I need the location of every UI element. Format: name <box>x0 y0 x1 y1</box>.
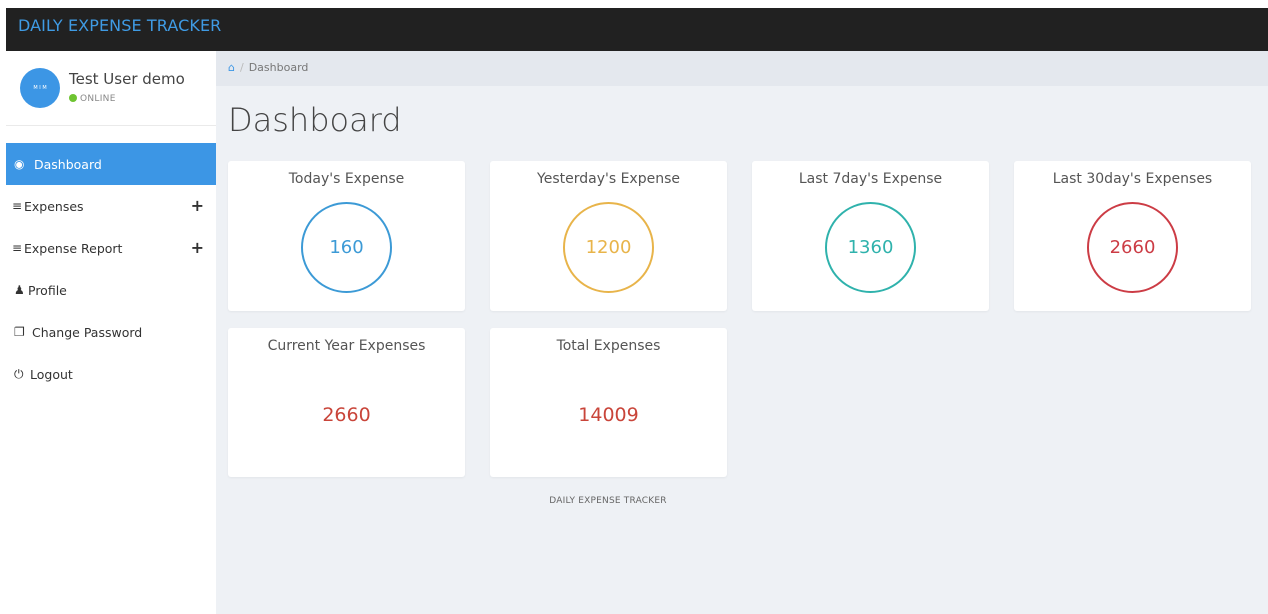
sidebar-item-dashboard[interactable]: ◉ Dashboard <box>6 143 216 185</box>
card-total-expenses: Total Expenses 14009 <box>490 328 727 477</box>
sidebar-item-expense-report[interactable]: ≡ Expense Report + <box>6 227 216 269</box>
expand-plus-icon[interactable]: + <box>191 196 204 215</box>
card-title: Last 30day's Expenses <box>1052 171 1213 187</box>
card-last-30-days-expenses: Last 30day's Expenses 2660 <box>1014 161 1251 311</box>
sidebar-item-logout[interactable]: ⏻ Logout <box>6 353 216 395</box>
card-current-year-expenses: Current Year Expenses 2660 <box>228 328 465 477</box>
sidebar-item-label: Dashboard <box>34 156 102 172</box>
sidebar-item-label: Change Password <box>32 324 143 340</box>
user-name: Test User demo <box>69 70 185 88</box>
sidebar-item-label: Expenses <box>24 198 84 214</box>
card-title: Today's Expense <box>288 171 405 187</box>
card-title: Current Year Expenses <box>267 338 426 354</box>
card-title: Yesterday's Expense <box>537 171 680 187</box>
card-value: 14009 <box>578 404 639 426</box>
sidebar-menu: ◉ Dashboard ≡ Expenses + ≡ Expense Repor… <box>6 143 216 395</box>
sidebar-item-profile[interactable]: ♟ Profile <box>6 269 216 311</box>
sidebar-item-expenses[interactable]: ≡ Expenses + <box>6 185 216 227</box>
card-value-ring: 1360 <box>825 202 916 293</box>
copy-icon: ❐ <box>14 325 25 339</box>
status-label: ONLINE <box>80 94 116 104</box>
power-icon: ⏻ <box>14 366 24 381</box>
card-value: 2660 <box>322 404 371 426</box>
avatar[interactable]: M I M <box>20 68 60 108</box>
expand-plus-icon[interactable]: + <box>191 238 204 257</box>
breadcrumb-separator: / <box>239 61 244 74</box>
home-icon[interactable]: ⌂ <box>228 61 235 74</box>
online-status: ONLINE <box>69 94 116 104</box>
list-icon: ≡ <box>12 199 23 213</box>
card-title: Total Expenses <box>556 338 661 354</box>
card-value-ring: 1200 <box>563 202 654 293</box>
brand-title[interactable]: DAILY EXPENSE TRACKER <box>18 16 221 35</box>
user-icon: ♟ <box>14 283 25 297</box>
card-value-ring: 2660 <box>1087 202 1178 293</box>
sidebar-item-label: Logout <box>30 366 73 382</box>
page-title: Dashboard <box>228 101 402 139</box>
sidebar-item-label: Expense Report <box>24 240 123 256</box>
breadcrumb: ⌂ / Dashboard <box>216 51 1268 86</box>
app-frame: DAILY EXPENSE TRACKER M I M Test User de… <box>6 8 1268 614</box>
breadcrumb-current: Dashboard <box>248 61 309 74</box>
sidebar: M I M Test User demo ONLINE ◉ Dashboard … <box>6 51 216 614</box>
card-yesterday-expense: Yesterday's Expense 1200 <box>490 161 727 311</box>
card-today-expense: Today's Expense 160 <box>228 161 465 311</box>
list-icon: ≡ <box>12 241 23 255</box>
footer-text: DAILY EXPENSE TRACKER <box>549 496 667 506</box>
card-value-ring: 160 <box>301 202 392 293</box>
user-panel: M I M Test User demo ONLINE <box>6 51 216 126</box>
card-title: Last 7day's Expense <box>798 171 943 187</box>
sidebar-item-label: Profile <box>28 282 67 298</box>
sidebar-item-change-password[interactable]: ❐ Change Password <box>6 311 216 353</box>
card-last-7-days-expense: Last 7day's Expense 1360 <box>752 161 989 311</box>
top-navbar: DAILY EXPENSE TRACKER <box>6 8 1268 51</box>
online-dot-icon <box>69 94 77 102</box>
dashboard-icon: ◉ <box>14 157 25 171</box>
main-content: ⌂ / Dashboard Dashboard Today's Expense 16… <box>216 51 1268 614</box>
